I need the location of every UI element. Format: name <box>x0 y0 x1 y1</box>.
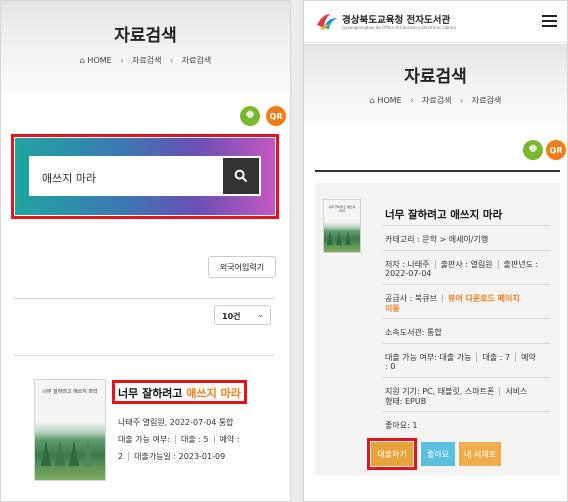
org-name[interactable]: 경상북도교육청 전자도서관 <box>342 12 450 26</box>
breadcrumb-home[interactable]: HOME <box>377 96 401 105</box>
book-cover[interactable]: 너무 잘하려고 애쓰지 마라 <box>34 379 106 481</box>
loan-status-label: 대출 가능 여부: <box>118 435 170 444</box>
page-size-select[interactable]: 10건 ⌄ <box>214 305 271 325</box>
print-button[interactable]: 🖶 <box>240 106 260 126</box>
page-title: 자료검색 <box>404 67 467 87</box>
book-library: 소속도서관: 통합 <box>385 328 442 337</box>
reserve-count: 2 <box>118 452 124 461</box>
breadcrumb: ⌂ HOME › 자료검색 › 자료검색 <box>304 95 567 106</box>
reserve-label: 예약 : <box>219 435 240 444</box>
like-button[interactable]: 좋아요 <box>421 442 455 466</box>
page-banner: 자료검색 ⌂ HOME › 자료검색 › 자료검색 <box>304 44 567 124</box>
result-loan-line: 대출 가능 여부: 대출 : 5 예약 : <box>118 434 240 445</box>
add-to-shelf-button[interactable]: 내 서재로 <box>459 442 501 466</box>
book-author: 저자 : 나태주 <box>385 260 430 269</box>
printer-icon: 🖶 <box>246 110 254 119</box>
book-format: 형태: EPUB <box>385 397 427 406</box>
search-button[interactable] <box>223 158 259 194</box>
divider <box>13 355 275 356</box>
result-date-line: 2 대출가능일 : 2023-01-09 <box>118 451 225 462</box>
result-title[interactable]: 너무 잘하려고 애쓰지 마라 <box>118 385 241 401</box>
cover-title: 너무 잘하려고 애쓰지 마라 <box>42 389 98 395</box>
tree-icon <box>336 231 342 245</box>
qr-button[interactable]: QR <box>266 106 286 126</box>
tree-icon <box>55 440 65 466</box>
viewer-download-link[interactable]: 뷰어 다운로드 페이지 <box>448 294 520 303</box>
printer-icon: 🖶 <box>529 144 537 153</box>
home-icon: ⌂ <box>79 56 85 65</box>
chevron-down-icon: ⌄ <box>257 310 264 319</box>
divider <box>13 298 275 299</box>
tree-icon <box>327 231 333 245</box>
tree-icon <box>69 440 79 466</box>
service-label: 서비스 <box>505 387 528 396</box>
loan-count: 대출 : 7 <box>482 353 511 362</box>
menu-icon[interactable] <box>542 15 557 27</box>
book-publisher: 출판사 : 열림원 <box>440 260 493 269</box>
page-title: 자료검색 <box>114 26 177 46</box>
book-supplier-line: 공급사 : 북큐브 뷰어 다운로드 페이지 <box>385 293 520 304</box>
breadcrumb-current: 자료검색 <box>181 56 212 65</box>
breadcrumb-home[interactable]: HOME <box>87 56 111 65</box>
left-screen: 자료검색 ⌂ HOME › 자료검색 › 자료검색 🖶 QR 애쓰지 마라 외국… <box>0 0 291 502</box>
loan-count: 대출 : 5 <box>180 435 209 444</box>
tree-icon <box>41 440 51 466</box>
supported-devices: 지원 기기: PC, 태블릿, 스마트폰 <box>385 387 495 396</box>
search-input-value: 애쓰지 마라 <box>42 172 97 185</box>
org-subtitle: Gyeongsangbuk-do Office of Education Ele… <box>342 25 457 30</box>
search-input[interactable]: 애쓰지 마라 <box>29 156 261 196</box>
breadcrumb: ⌂ HOME › 자료검색 › 자료검색 <box>1 55 290 66</box>
result-title-match: 애쓰지 마라 <box>186 387 241 400</box>
reserve-label: 예약 <box>521 353 536 362</box>
logo-icon[interactable] <box>316 11 338 31</box>
book-pubyear: 2022-07-04 <box>385 269 432 278</box>
book-cover[interactable]: 너무 잘하려고 애쓰지 마라 <box>323 199 361 253</box>
loan-status: 대출 가능 여부: 대출 가능 <box>385 353 472 362</box>
chevron-right-icon: › <box>460 96 464 105</box>
qr-icon: QR <box>549 145 563 155</box>
search-panel: 애쓰지 마라 <box>15 138 275 215</box>
book-pubyear-label: 출판년도 : <box>503 260 539 269</box>
qr-icon: QR <box>269 111 283 121</box>
print-button[interactable]: 🖶 <box>523 140 543 160</box>
book-detail-card: 너무 잘하려고 애쓰지 마라 너무 잘하려고 애쓰지 마라 카테고리 : 문학 … <box>315 183 560 475</box>
book-supplier: 공급사 : 북큐브 <box>385 294 437 303</box>
page-size-value: 10건 <box>222 312 241 321</box>
result-author-line: 나태주 열림원, 2022-07-04 통합 <box>118 418 234 427</box>
divider <box>315 170 560 172</box>
viewer-download-link-cont[interactable]: 이동 <box>385 303 400 314</box>
qr-button[interactable]: QR <box>546 140 566 160</box>
borrow-button[interactable]: 대출하기 <box>371 442 413 466</box>
right-screen: 경상북도교육청 전자도서관 Gyeongsangbuk-do Office of… <box>303 0 568 502</box>
book-category: 카테고리 : 문학 > 에세이/기행 <box>385 235 489 244</box>
tree-icon <box>345 231 351 245</box>
breadcrumb-current: 자료검색 <box>471 96 502 105</box>
home-icon: ⌂ <box>369 96 375 105</box>
book-loan-line: 대출 가능 여부: 대출 가능 대출 : 7 예약 <box>385 352 536 363</box>
search-icon <box>234 169 248 183</box>
available-date: 대출가능일 : 2023-01-09 <box>134 452 226 461</box>
tree-icon <box>83 440 93 466</box>
site-header: 경상북도교육청 전자도서관 Gyeongsangbuk-do Office of… <box>304 1 567 43</box>
reserve-count: : 0 <box>385 362 396 371</box>
breadcrumb-item[interactable]: 자료검색 <box>422 96 451 105</box>
foreign-keyboard-button[interactable]: 외국어입력기 <box>208 256 276 278</box>
page-banner: 자료검색 ⌂ HOME › 자료검색 › 자료검색 <box>1 1 290 94</box>
chevron-right-icon: › <box>170 56 174 65</box>
cover-title: 너무 잘하려고 애쓰지 마라 <box>328 205 356 213</box>
chevron-right-icon: › <box>410 96 414 105</box>
book-title: 너무 잘하려고 애쓰지 마라 <box>385 209 503 221</box>
chevron-right-icon: › <box>120 56 124 65</box>
book-likes: 좋아요: 1 <box>385 421 418 430</box>
breadcrumb-item[interactable]: 자료검색 <box>132 56 161 65</box>
result-title-main: 너무 잘하려고 <box>118 387 183 400</box>
